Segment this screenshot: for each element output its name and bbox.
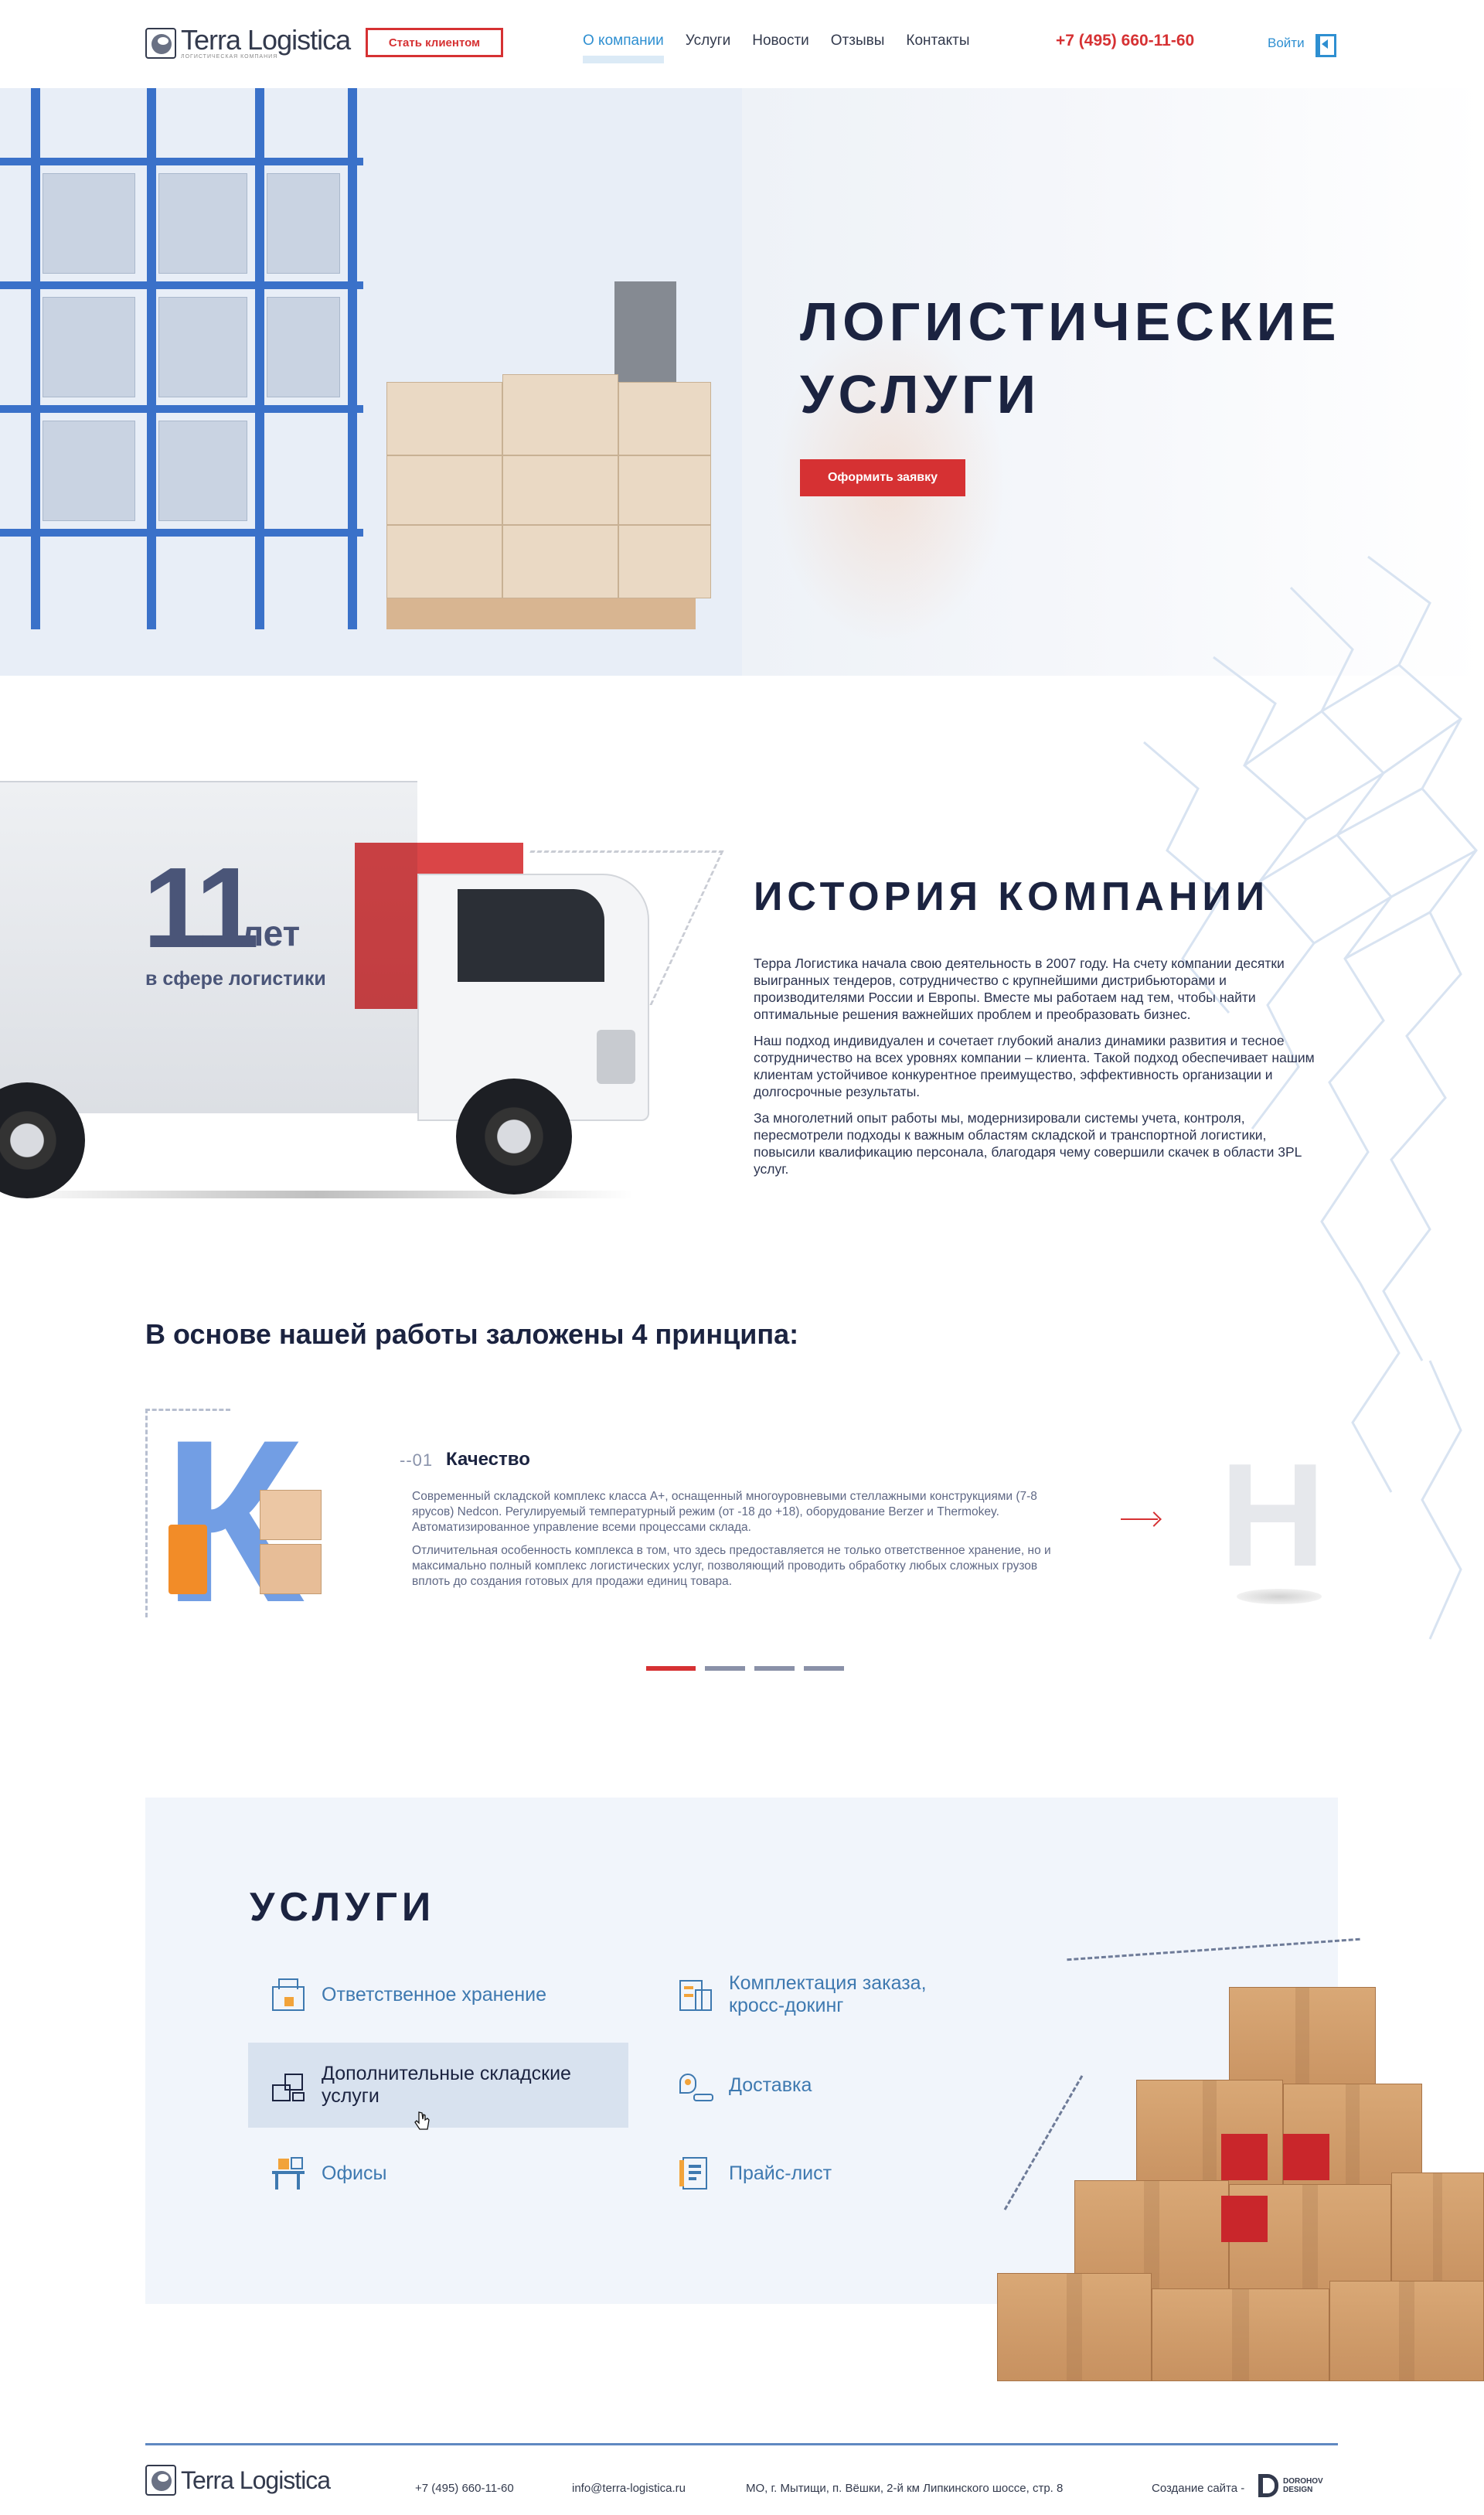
- designer-line1: DOROHOV: [1283, 2477, 1323, 2486]
- truck-front-wheel: [456, 1079, 572, 1194]
- slider-dot-4[interactable]: [804, 1666, 844, 1671]
- forklift-image: [168, 1525, 207, 1594]
- office-icon: [269, 2154, 308, 2193]
- price-list-icon: [676, 2154, 715, 2193]
- footer-email[interactable]: info@terra-logistica.ru: [572, 2482, 686, 2495]
- principle-description: Современный складской комплекс класса А+…: [412, 1489, 1053, 1597]
- principles-title: В основе нашей работы заложены 4 принцип…: [145, 1318, 799, 1350]
- years-number: 11: [143, 844, 259, 972]
- service-label: Офисы: [322, 2162, 387, 2184]
- login-link[interactable]: Войти: [1268, 32, 1336, 57]
- history-paragraph: За многолетний опыт работы мы, модернизи…: [754, 1110, 1302, 1177]
- service-item-additional[interactable]: Дополнительные складские услуги: [248, 2043, 628, 2128]
- warehouse-photo: [0, 88, 742, 676]
- footer-logo-name: Terra Logistica: [181, 2466, 331, 2494]
- history-section: 11 лет в сфере логистики ИСТОРИЯ КОМПАНИ…: [0, 773, 1484, 1214]
- dorohov-d-icon: [1258, 2474, 1278, 2497]
- storage-services-icon: [269, 2066, 308, 2104]
- service-label: Доставка: [729, 2074, 812, 2096]
- logo-name: Terra Logistica: [181, 24, 351, 56]
- designer-line2: DESIGN: [1283, 2486, 1313, 2494]
- service-label: Комплектация заказа, кросс-докинг: [729, 1972, 927, 2016]
- service-item-offices[interactable]: Офисы: [269, 2150, 578, 2196]
- slider-pagination: [646, 1666, 844, 1671]
- principle-paragraph: Современный складской комплекс класса А+…: [412, 1490, 1037, 1534]
- site-header: Terra Logistica ЛОГИСТИЧЕСКАЯ КОМПАНИЯ С…: [0, 0, 1484, 88]
- service-item-price-list[interactable]: Прайс-лист: [676, 2150, 985, 2196]
- service-label: Прайс-лист: [729, 2162, 832, 2184]
- slider-dot-1[interactable]: [646, 1666, 696, 1671]
- nav-item-reviews[interactable]: Отзывы: [831, 32, 885, 49]
- nav-item-services[interactable]: Услуги: [686, 32, 730, 49]
- login-label: Войти: [1268, 36, 1305, 50]
- site-footer: Terra Logistica +7 (495) 660-11-60 info@…: [0, 2443, 1484, 2515]
- service-label: Ответственное хранение: [322, 1983, 547, 2006]
- globe-logo-icon: [145, 28, 176, 59]
- principle-letter-card: К: [145, 1405, 342, 1637]
- globe-logo-icon: [145, 2465, 176, 2496]
- order-picking-icon: [676, 1975, 715, 2014]
- years-caption: в сфере логистики: [145, 968, 326, 990]
- services-title: УСЛУГИ: [250, 1885, 436, 1930]
- main-nav: О компании Услуги Новости Отзывы Контакт…: [583, 32, 969, 63]
- nav-item-about[interactable]: О компании: [583, 32, 664, 63]
- service-item-order-picking[interactable]: Комплектация заказа, кросс-докинг: [676, 1971, 1001, 2018]
- history-text: Терра Логистика начала свою деятельность…: [754, 955, 1326, 1187]
- history-title: ИСТОРИЯ КОМПАНИИ: [754, 874, 1270, 919]
- submit-request-button[interactable]: Оформить заявку: [800, 459, 965, 496]
- principle-number: --01: [400, 1450, 434, 1470]
- service-label: Дополнительные складские услуги: [322, 2063, 571, 2107]
- nav-item-news[interactable]: Новости: [752, 32, 809, 49]
- service-item-delivery[interactable]: Доставка: [676, 2062, 985, 2108]
- footer-phone[interactable]: +7 (495) 660-11-60: [415, 2482, 514, 2495]
- designer-logo[interactable]: DOROHOV DESIGN: [1258, 2474, 1323, 2497]
- warehouse-icon: [269, 1975, 308, 2014]
- mouse-pointer-icon: [414, 2111, 430, 2130]
- next-slide-arrow-icon[interactable]: [1121, 1511, 1161, 1527]
- footer-credit: Создание сайта -: [1152, 2482, 1245, 2495]
- service-item-storage[interactable]: Ответственное хранение: [269, 1971, 578, 2018]
- history-paragraph: Наш подход индивидуален и сочетает глубо…: [754, 1033, 1315, 1099]
- hero-title: ЛОГИСТИЧЕСКИЕ УСЛУГИ: [800, 285, 1341, 431]
- become-client-button[interactable]: Стать клиентом: [366, 28, 503, 57]
- delivery-icon: [676, 2066, 715, 2104]
- slider-dot-3[interactable]: [754, 1666, 795, 1671]
- nav-item-contacts[interactable]: Контакты: [906, 32, 969, 49]
- login-door-icon: [1312, 32, 1336, 57]
- years-unit: лет: [241, 913, 301, 953]
- slider-dot-2[interactable]: [705, 1666, 745, 1671]
- principle-name: Качество: [446, 1449, 530, 1470]
- principle-paragraph: Отличительная особенность комплекса в то…: [412, 1544, 1051, 1588]
- hero-title-line1: ЛОГИСТИЧЕСКИЕ: [800, 291, 1341, 352]
- cardboard-boxes-image: [958, 1937, 1484, 2381]
- next-principle-letter[interactable]: Н: [1220, 1442, 1336, 1589]
- footer-address: МО, г. Мытищи, п. Вёшки, 2-й км Липкинск…: [746, 2482, 1064, 2495]
- header-phone[interactable]: +7 (495) 660-11-60: [1056, 32, 1194, 50]
- logo[interactable]: Terra Logistica ЛОГИСТИЧЕСКАЯ КОМПАНИЯ: [145, 24, 351, 60]
- hero-title-line2: УСЛУГИ: [800, 364, 1041, 424]
- footer-logo[interactable]: Terra Logistica: [145, 2465, 331, 2496]
- history-paragraph: Терра Логистика начала свою деятельность…: [754, 956, 1285, 1022]
